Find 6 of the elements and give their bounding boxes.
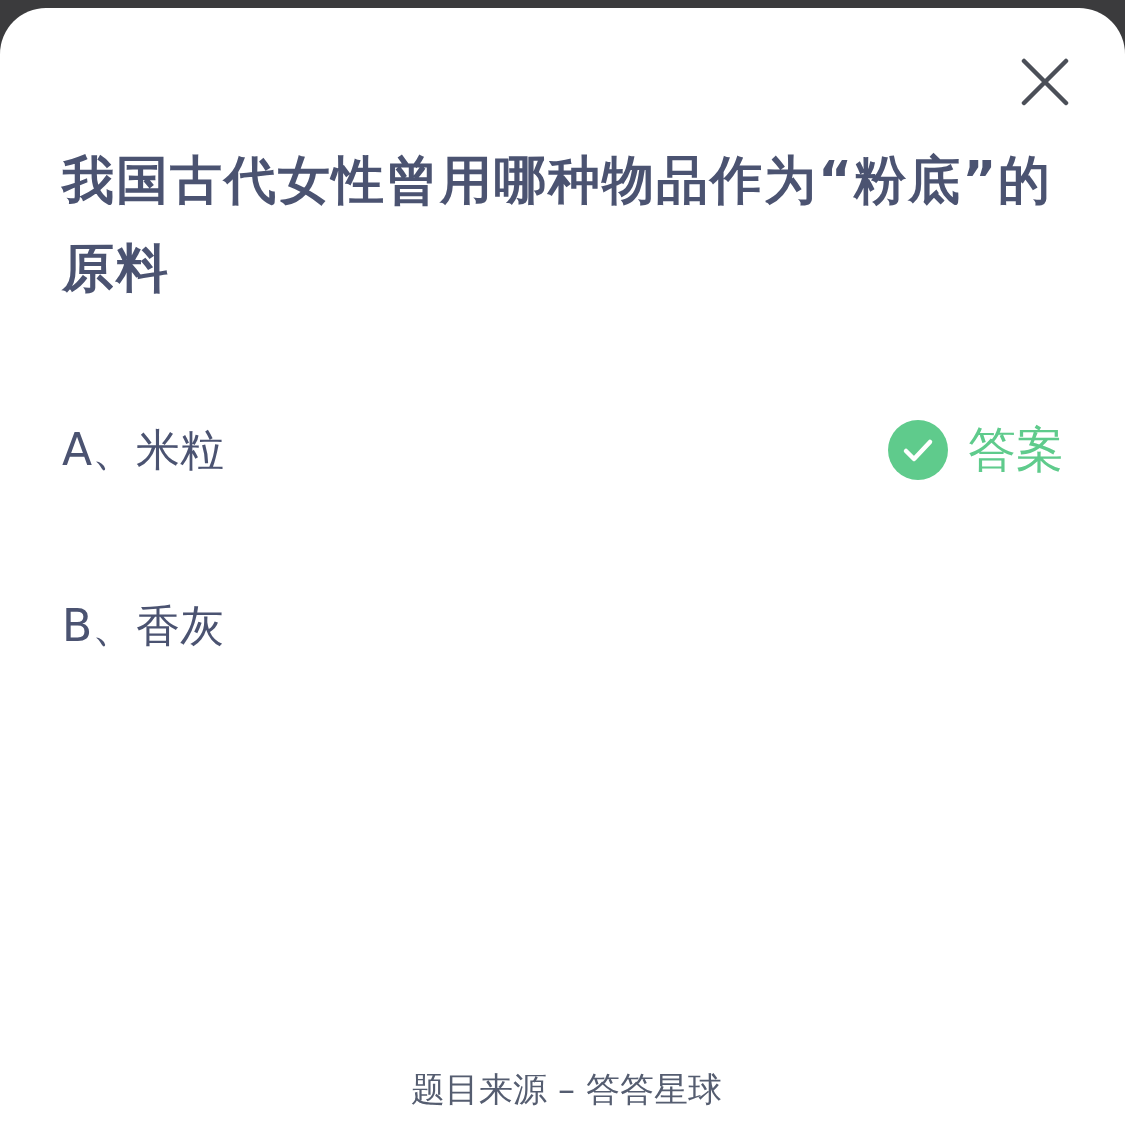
option-text[interactable]: B、香灰 bbox=[62, 596, 225, 656]
question-text: 我国古代女性曾用哪种物品作为“粉底”的原料 bbox=[62, 149, 1054, 300]
source-text: 题目来源 – 答答星球 bbox=[410, 1068, 723, 1111]
option-text[interactable]: A、米粒 bbox=[62, 420, 225, 480]
close-icon[interactable] bbox=[1021, 58, 1069, 106]
answer-label: 答案 bbox=[968, 420, 1064, 479]
